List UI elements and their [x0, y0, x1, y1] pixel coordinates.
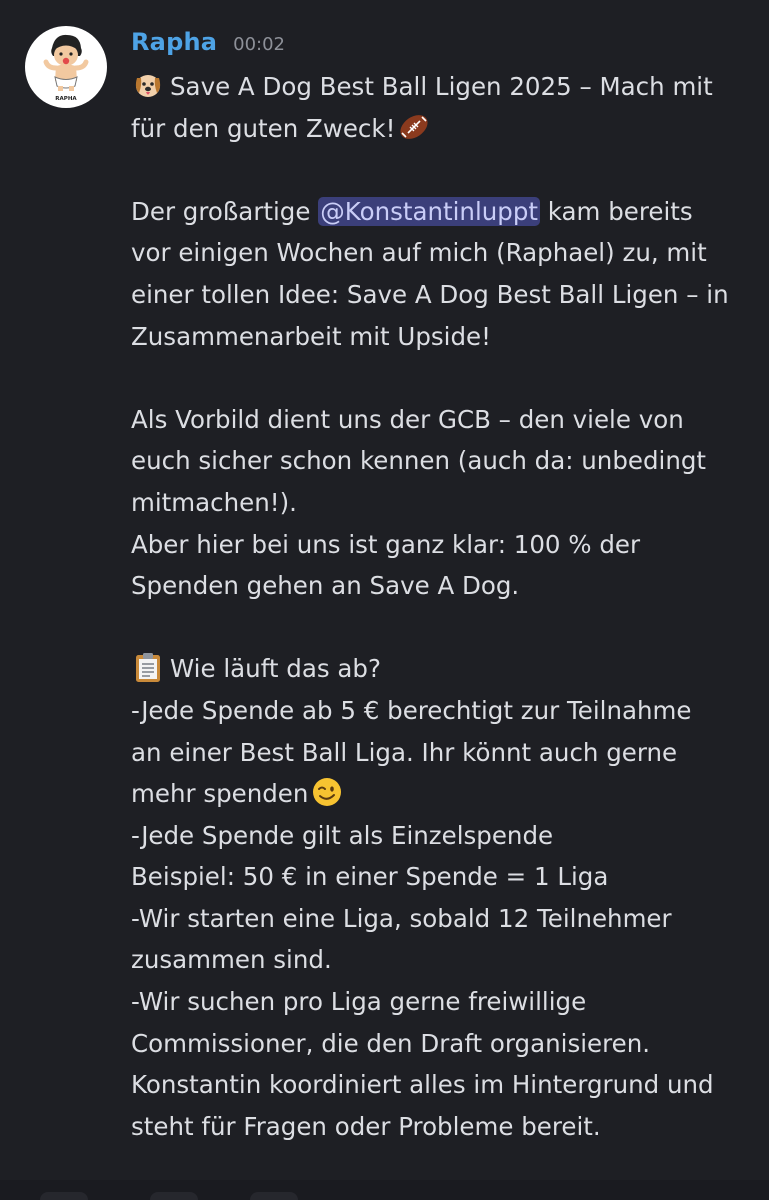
faq-heading-text: Wie läuft das ab? — [170, 654, 381, 684]
paragraph-2-line-5: Spenden gehen an Save A Dog. — [131, 571, 520, 601]
p1-text-post: kam bereits — [540, 196, 693, 226]
rule-line-9: Commissioner, die den Draft organisieren… — [131, 1028, 651, 1058]
rule-line-1: -Jede Spende ab 5 € berechtigt zur Teiln… — [131, 695, 692, 725]
toolbar-placeholder — [150, 1192, 198, 1200]
paragraph-2-line-1: Als Vorbild dient uns der GCB – den viel… — [131, 404, 684, 434]
avatar-caption: RAPHA — [55, 96, 77, 102]
title-text-2: für den guten Zweck! — [131, 113, 396, 143]
rule-line-11: steht für Fragen oder Probleme bereit. — [131, 1111, 601, 1141]
rule-line-2: an einer Best Ball Liga. Ihr könnt auch … — [131, 737, 678, 767]
rule-line-4: -Jede Spende gilt als Einzelspende — [131, 820, 554, 850]
title-line-2: für den guten Zweck! — [131, 108, 741, 150]
paragraph-1-line-3: einer tollen Idee: Save A Dog Best Ball … — [131, 279, 729, 309]
message-header: Rapha 00:02 — [131, 28, 285, 64]
rule-line-5: Beispiel: 50 € in einer Spende = 1 Liga — [131, 862, 609, 892]
american-football-icon — [397, 110, 431, 144]
user-avatar[interactable]: RAPHA — [25, 26, 107, 108]
dog-face-icon — [131, 68, 165, 102]
clipboard-icon — [131, 650, 165, 684]
message-content: Save A Dog Best Ball Ligen 2025 – Mach m… — [131, 66, 741, 1147]
rule-line-10: Konstantin koordiniert alles im Hintergr… — [131, 1070, 714, 1100]
username[interactable]: Rapha — [131, 28, 217, 56]
cartoon-avatar-icon: RAPHA — [43, 34, 89, 102]
paragraph-1-line-1: Der großartige @Konstantinluppt kam bere… — [131, 191, 741, 233]
user-mention[interactable]: @Konstantinluppt — [318, 196, 540, 226]
rule-line-3: mehr spenden — [131, 773, 741, 815]
paragraph-2-line-4: Aber hier bei uns ist ganz klar: 100 % d… — [131, 529, 641, 559]
paragraph-2-line-3: mitmachen!). — [131, 487, 297, 517]
paragraph-1-line-4: Zusammenarbeit mit Upside! — [131, 321, 491, 351]
bottom-toolbar — [0, 1180, 769, 1200]
toolbar-placeholder — [250, 1192, 298, 1200]
rule-line-8: -Wir suchen pro Liga gerne freiwillige — [131, 987, 587, 1017]
title-text-1: Save A Dog Best Ball Ligen 2025 – Mach m… — [170, 72, 713, 101]
rule-line-3-text: mehr spenden — [131, 779, 309, 809]
faq-heading: Wie läuft das ab? — [131, 648, 741, 690]
title-line: Save A Dog Best Ball Ligen 2025 – Mach m… — [131, 66, 741, 108]
toolbar-placeholder — [40, 1192, 88, 1200]
rule-line-6: -Wir starten eine Liga, sobald 12 Teilne… — [131, 903, 672, 933]
rule-line-7: zusammen sind. — [131, 945, 332, 975]
chat-message: RAPHA Rapha 00:02 Save A Dog Best Ball L… — [0, 0, 769, 1180]
winking-face-icon — [310, 775, 344, 809]
p1-text-pre: Der großartige — [131, 196, 319, 226]
timestamp: 00:02 — [233, 34, 286, 55]
paragraph-2-line-2: euch sicher schon kennen (auch da: unbed… — [131, 446, 707, 476]
paragraph-1-line-2: vor einigen Wochen auf mich (Raphael) zu… — [131, 238, 707, 268]
